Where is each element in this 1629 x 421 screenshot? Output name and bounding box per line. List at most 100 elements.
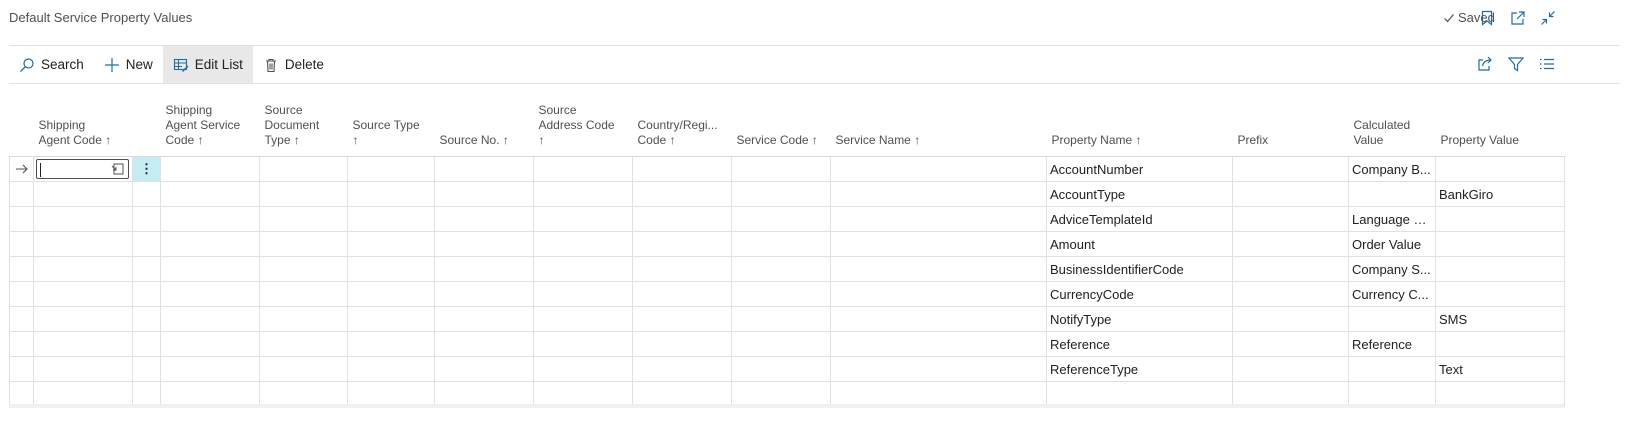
- cell-shipping-agent-code[interactable]: [33, 356, 133, 382]
- cell-property-value[interactable]: [1435, 381, 1565, 407]
- row-actions-cell[interactable]: [132, 331, 161, 357]
- cell-property-name[interactable]: Reference: [1046, 331, 1233, 357]
- cell-source-no[interactable]: [434, 206, 534, 232]
- delete-button[interactable]: Delete: [253, 46, 334, 83]
- cell-source-document-type[interactable]: [259, 231, 348, 257]
- column-header-service-name[interactable]: Service Name ↑: [830, 90, 1047, 157]
- cell-shipping-agent-service-code[interactable]: [160, 356, 260, 382]
- cell-source-type[interactable]: [347, 181, 435, 207]
- cell-property-value[interactable]: [1435, 231, 1565, 257]
- cell-service-name[interactable]: [830, 156, 1047, 182]
- cell-source-no[interactable]: [434, 306, 534, 332]
- cell-service-name[interactable]: [830, 331, 1047, 357]
- cell-prefix[interactable]: [1232, 356, 1349, 382]
- cell-source-no[interactable]: [434, 381, 534, 407]
- cell-source-type[interactable]: [347, 231, 435, 257]
- cell-country-region-code[interactable]: [632, 156, 732, 182]
- cell-service-code[interactable]: [731, 231, 831, 257]
- new-button[interactable]: New: [94, 46, 163, 83]
- table-row[interactable]: AccountType BankGiro: [9, 181, 1565, 207]
- cell-property-name[interactable]: ReferenceType: [1046, 356, 1233, 382]
- cell-service-code[interactable]: [731, 256, 831, 282]
- column-header-source-address-code[interactable]: Source Address Code ↑: [533, 90, 633, 157]
- cell-service-name[interactable]: [830, 206, 1047, 232]
- cell-calculated-value[interactable]: Language C...: [1348, 206, 1436, 232]
- cell-service-code[interactable]: [731, 331, 831, 357]
- cell-source-address-code[interactable]: [533, 181, 633, 207]
- table-row[interactable]: ReferenceType Text: [9, 356, 1565, 382]
- cell-shipping-agent-service-code[interactable]: [160, 156, 260, 182]
- column-header-country-region-code[interactable]: Country/Regi... Code ↑: [632, 90, 732, 157]
- cell-service-code[interactable]: [731, 381, 831, 407]
- cell-property-value[interactable]: [1435, 281, 1565, 307]
- collapse-icon[interactable]: [1539, 9, 1557, 27]
- row-actions-cell[interactable]: [132, 231, 161, 257]
- cell-source-type[interactable]: [347, 281, 435, 307]
- cell-source-no[interactable]: [434, 181, 534, 207]
- bookmark-icon[interactable]: [1478, 9, 1496, 27]
- cell-source-no[interactable]: [434, 331, 534, 357]
- row-actions-cell[interactable]: [132, 381, 161, 407]
- cell-source-address-code[interactable]: [533, 206, 633, 232]
- cell-service-code[interactable]: [731, 356, 831, 382]
- column-header-service-code[interactable]: Service Code ↑: [731, 90, 831, 157]
- cell-property-name[interactable]: AdviceTemplateId: [1046, 206, 1233, 232]
- column-header-property-value[interactable]: Property Value: [1435, 90, 1565, 157]
- horizontal-scrollbar[interactable]: [9, 404, 1564, 408]
- cell-calculated-value[interactable]: [1348, 356, 1436, 382]
- column-header-source-document-type[interactable]: Source Document Type ↑: [259, 90, 348, 157]
- open-new-window-icon[interactable]: [1509, 9, 1527, 27]
- cell-source-document-type[interactable]: [259, 256, 348, 282]
- cell-prefix[interactable]: [1232, 256, 1349, 282]
- cell-service-name[interactable]: [830, 381, 1047, 407]
- cell-property-value[interactable]: [1435, 206, 1565, 232]
- cell-source-no[interactable]: [434, 281, 534, 307]
- cell-country-region-code[interactable]: [632, 231, 732, 257]
- cell-shipping-agent-code[interactable]: [33, 381, 133, 407]
- cell-country-region-code[interactable]: [632, 206, 732, 232]
- cell-country-region-code[interactable]: [632, 181, 732, 207]
- cell-service-code[interactable]: [731, 206, 831, 232]
- cell-property-value[interactable]: SMS: [1435, 306, 1565, 332]
- cell-source-address-code[interactable]: [533, 281, 633, 307]
- cell-shipping-agent-code[interactable]: [33, 231, 133, 257]
- cell-service-code[interactable]: [731, 156, 831, 182]
- cell-property-value[interactable]: [1435, 331, 1565, 357]
- column-header-property-name[interactable]: Property Name ↑: [1046, 90, 1233, 157]
- table-row[interactable]: AdviceTemplateId Language C...: [9, 206, 1565, 232]
- cell-prefix[interactable]: [1232, 156, 1349, 182]
- table-row[interactable]: CurrencyCode Currency C...: [9, 281, 1565, 307]
- cell-calculated-value[interactable]: [1348, 381, 1436, 407]
- row-actions-cell[interactable]: [132, 256, 161, 282]
- cell-source-address-code[interactable]: [533, 331, 633, 357]
- filter-icon[interactable]: [1507, 55, 1525, 73]
- cell-service-name[interactable]: [830, 356, 1047, 382]
- table-row[interactable]: Reference Reference: [9, 331, 1565, 357]
- cell-prefix[interactable]: [1232, 331, 1349, 357]
- shipping-agent-code-input[interactable]: [36, 159, 129, 179]
- cell-prefix[interactable]: [1232, 181, 1349, 207]
- cell-shipping-agent-service-code[interactable]: [160, 331, 260, 357]
- cell-service-name[interactable]: [830, 256, 1047, 282]
- cell-service-code[interactable]: [731, 306, 831, 332]
- column-header-source-type[interactable]: Source Type ↑: [347, 90, 435, 157]
- column-header-calculated-value[interactable]: Calculated Value: [1348, 90, 1436, 157]
- cell-source-type[interactable]: [347, 256, 435, 282]
- cell-source-address-code[interactable]: [533, 231, 633, 257]
- cell-calculated-value[interactable]: Currency C...: [1348, 281, 1436, 307]
- cell-prefix[interactable]: [1232, 206, 1349, 232]
- cell-source-no[interactable]: [434, 156, 534, 182]
- cell-source-address-code[interactable]: [533, 356, 633, 382]
- table-row[interactable]: BusinessIdentifierCode Company S...: [9, 256, 1565, 282]
- cell-shipping-agent-code[interactable]: [33, 306, 133, 332]
- cell-service-name[interactable]: [830, 306, 1047, 332]
- cell-service-code[interactable]: [731, 281, 831, 307]
- cell-property-name[interactable]: Amount: [1046, 231, 1233, 257]
- cell-shipping-agent-code[interactable]: [33, 256, 133, 282]
- cell-calculated-value[interactable]: Company S...: [1348, 256, 1436, 282]
- cell-calculated-value[interactable]: Order Value: [1348, 231, 1436, 257]
- row-actions-cell[interactable]: [132, 181, 161, 207]
- more-options-icon[interactable]: ⋮: [132, 156, 161, 182]
- cell-source-document-type[interactable]: [259, 206, 348, 232]
- cell-shipping-agent-code[interactable]: [33, 331, 133, 357]
